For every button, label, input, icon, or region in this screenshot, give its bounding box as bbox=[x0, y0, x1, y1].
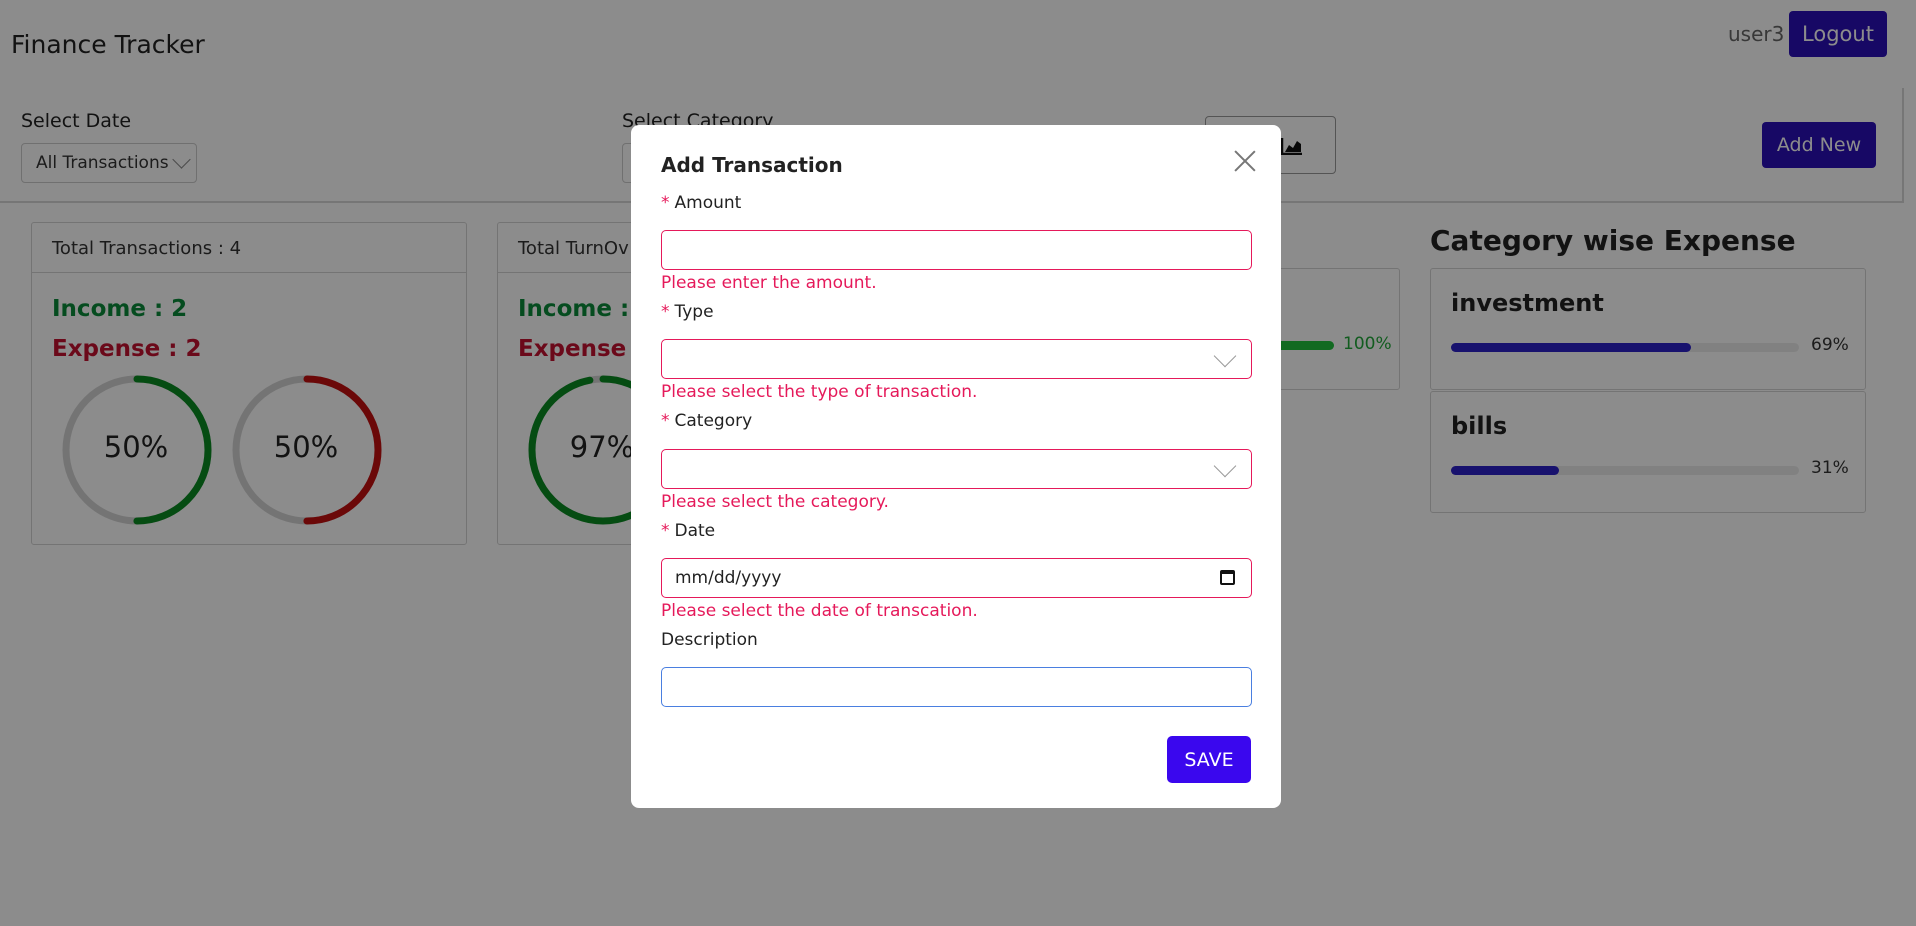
date-error: Please select the date of transcation. bbox=[661, 601, 978, 621]
description-label: Description bbox=[661, 630, 758, 650]
required-marker: * bbox=[661, 193, 670, 213]
amount-label: * Amount bbox=[661, 193, 742, 213]
add-transaction-modal: Add Transaction * Amount Please enter the… bbox=[631, 125, 1281, 808]
category-label: * Category bbox=[661, 411, 753, 431]
date-label: * Date bbox=[661, 521, 716, 541]
date-input[interactable]: mm/dd/yyyy bbox=[661, 558, 1252, 598]
amount-input[interactable] bbox=[661, 230, 1252, 270]
chevron-down-icon bbox=[1213, 344, 1237, 368]
calendar-icon[interactable] bbox=[1220, 570, 1235, 585]
chevron-down-icon bbox=[1213, 454, 1237, 478]
amount-error: Please enter the amount. bbox=[661, 273, 877, 293]
category-error: Please select the category. bbox=[661, 492, 889, 512]
description-input[interactable] bbox=[661, 667, 1252, 707]
required-marker: * bbox=[661, 302, 670, 322]
modal-title: Add Transaction bbox=[661, 153, 843, 177]
type-error: Please select the type of transaction. bbox=[661, 382, 978, 402]
category-select[interactable] bbox=[661, 449, 1252, 489]
required-marker: * bbox=[661, 521, 670, 541]
date-placeholder: mm/dd/yyyy bbox=[675, 568, 782, 588]
required-marker: * bbox=[661, 411, 670, 431]
close-icon[interactable] bbox=[1232, 147, 1258, 173]
type-label: * Type bbox=[661, 302, 714, 322]
type-select[interactable] bbox=[661, 339, 1252, 379]
save-button[interactable]: SAVE bbox=[1167, 736, 1251, 783]
